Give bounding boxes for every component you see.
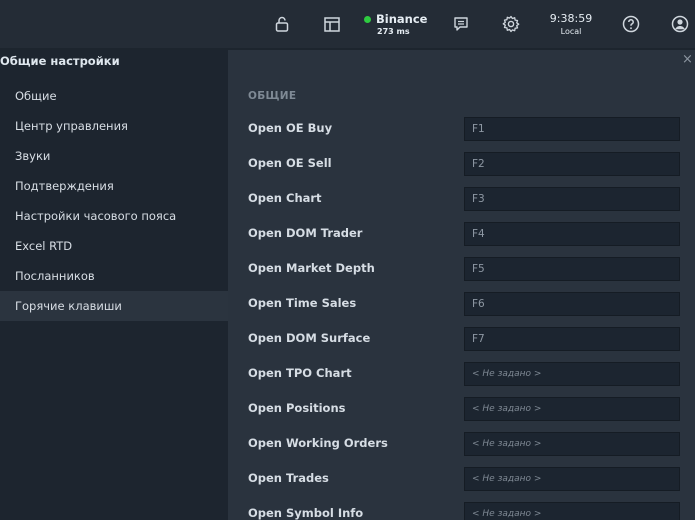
hotkey-label: Open Market Depth: [248, 261, 375, 275]
hotkey-field[interactable]: F2: [464, 152, 680, 176]
connection-ping: 273 ms: [377, 27, 410, 36]
connection-name: Binance: [376, 12, 428, 26]
hotkey-label: Open Trades: [248, 471, 329, 485]
hotkey-label: Open OE Sell: [248, 156, 332, 170]
top-bar: Binance 273 ms 9:38:59 Local: [0, 0, 695, 48]
clock[interactable]: 9:38:59 Local: [545, 0, 597, 48]
hotkey-label: Open DOM Trader: [248, 226, 363, 240]
sidebar-item-messengers[interactable]: Посланников: [0, 261, 228, 291]
hotkey-field[interactable]: < Не задано >: [464, 397, 680, 421]
sidebar-item-sounds[interactable]: Звуки: [0, 141, 228, 171]
hotkey-field[interactable]: < Не задано >: [464, 467, 680, 491]
lock-icon[interactable]: [271, 0, 293, 48]
sidebar-item-excel-rtd[interactable]: Excel RTD: [0, 231, 228, 261]
connection-status-dot: [364, 15, 371, 23]
hotkey-field[interactable]: F7: [464, 327, 680, 351]
hotkey-field[interactable]: F5: [464, 257, 680, 281]
sidebar-item-timezone[interactable]: Настройки часового пояса: [0, 201, 228, 231]
sidebar-item-general[interactable]: Общие: [0, 81, 228, 111]
hotkey-field[interactable]: < Не задано >: [464, 502, 680, 520]
chat-icon[interactable]: [450, 0, 472, 48]
clock-time: 9:38:59: [549, 12, 593, 25]
hotkey-label: Open TPO Chart: [248, 366, 352, 380]
hotkey-label: Open Chart: [248, 191, 322, 205]
hotkey-field[interactable]: F6: [464, 292, 680, 316]
hotkey-label: Open Time Sales: [248, 296, 357, 310]
sidebar-title: Общие настройки: [0, 54, 120, 68]
hotkeys-panel: × ОБЩИЕ Open OE Buy F1 Open OE Sell F2 O…: [228, 50, 695, 520]
help-icon[interactable]: [620, 0, 642, 48]
close-icon[interactable]: ×: [682, 53, 693, 66]
hotkey-label: Open Working Orders: [248, 436, 388, 450]
hotkey-label: Open Positions: [248, 401, 346, 415]
layout-icon[interactable]: [321, 0, 343, 48]
user-icon[interactable]: [669, 0, 691, 48]
hotkey-label: Open DOM Surface: [248, 331, 371, 345]
hotkey-field[interactable]: F3: [464, 187, 680, 211]
connection-status[interactable]: Binance 273 ms: [364, 0, 428, 48]
hotkey-field[interactable]: F1: [464, 117, 680, 141]
gear-icon[interactable]: [500, 0, 522, 48]
settings-sidebar: Общие настройки Общие Центр управления З…: [0, 50, 228, 520]
hotkey-label: Open OE Buy: [248, 121, 333, 135]
sidebar-item-hotkeys[interactable]: Горячие клавиши: [0, 291, 228, 321]
hotkey-field[interactable]: < Не задано >: [464, 432, 680, 456]
section-heading: ОБЩИЕ: [248, 90, 297, 102]
hotkey-label: Open Symbol Info: [248, 506, 364, 520]
hotkey-field[interactable]: F4: [464, 222, 680, 246]
hotkey-field[interactable]: < Не задано >: [464, 362, 680, 386]
sidebar-item-confirmations[interactable]: Подтверждения: [0, 171, 228, 201]
clock-zone: Local: [560, 27, 582, 36]
sidebar-item-control-center[interactable]: Центр управления: [0, 111, 228, 141]
